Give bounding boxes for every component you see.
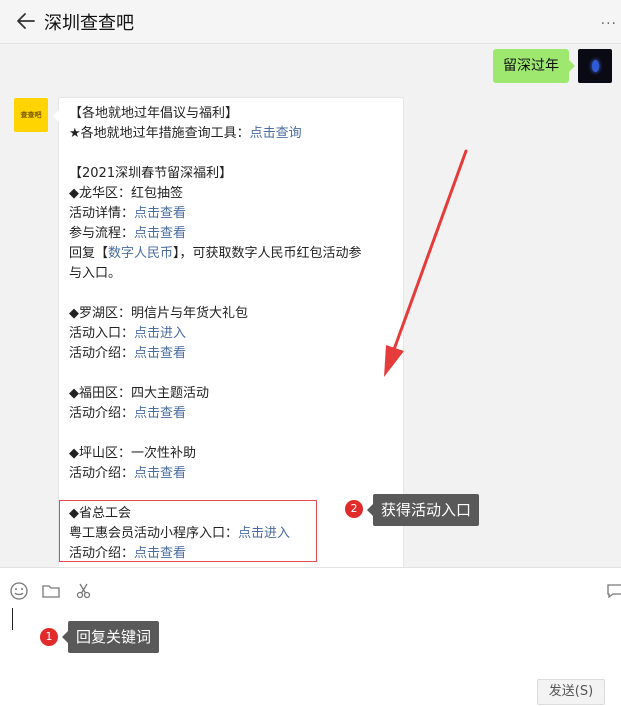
input-toolbar xyxy=(0,567,621,611)
more-icon[interactable]: ··· xyxy=(601,16,617,32)
chat-header: 深圳查查吧 ··· xyxy=(0,0,621,44)
step-1-badge: 1 xyxy=(40,628,58,646)
chat-bubble-icon[interactable] xyxy=(605,581,621,601)
scissors-icon[interactable] xyxy=(74,581,94,601)
chat-title: 深圳查查吧 xyxy=(44,13,134,34)
text-caret xyxy=(12,608,13,630)
chat-messages[interactable]: 留深过年 查查吧 【各地就地过年倡议与福利】 ★各地就地过年措施查询工具：点击查询… xyxy=(0,45,621,567)
back-arrow-icon[interactable] xyxy=(14,9,38,33)
pointer-arrow xyxy=(384,149,468,377)
folder-icon[interactable] xyxy=(41,581,61,601)
message-input[interactable]: 1 回复关键词 发送(S) xyxy=(0,608,621,706)
emoji-icon[interactable] xyxy=(9,581,29,601)
tip-reply-keyword: 回复关键词 xyxy=(61,621,160,653)
send-button[interactable]: 发送(S) xyxy=(537,679,605,705)
